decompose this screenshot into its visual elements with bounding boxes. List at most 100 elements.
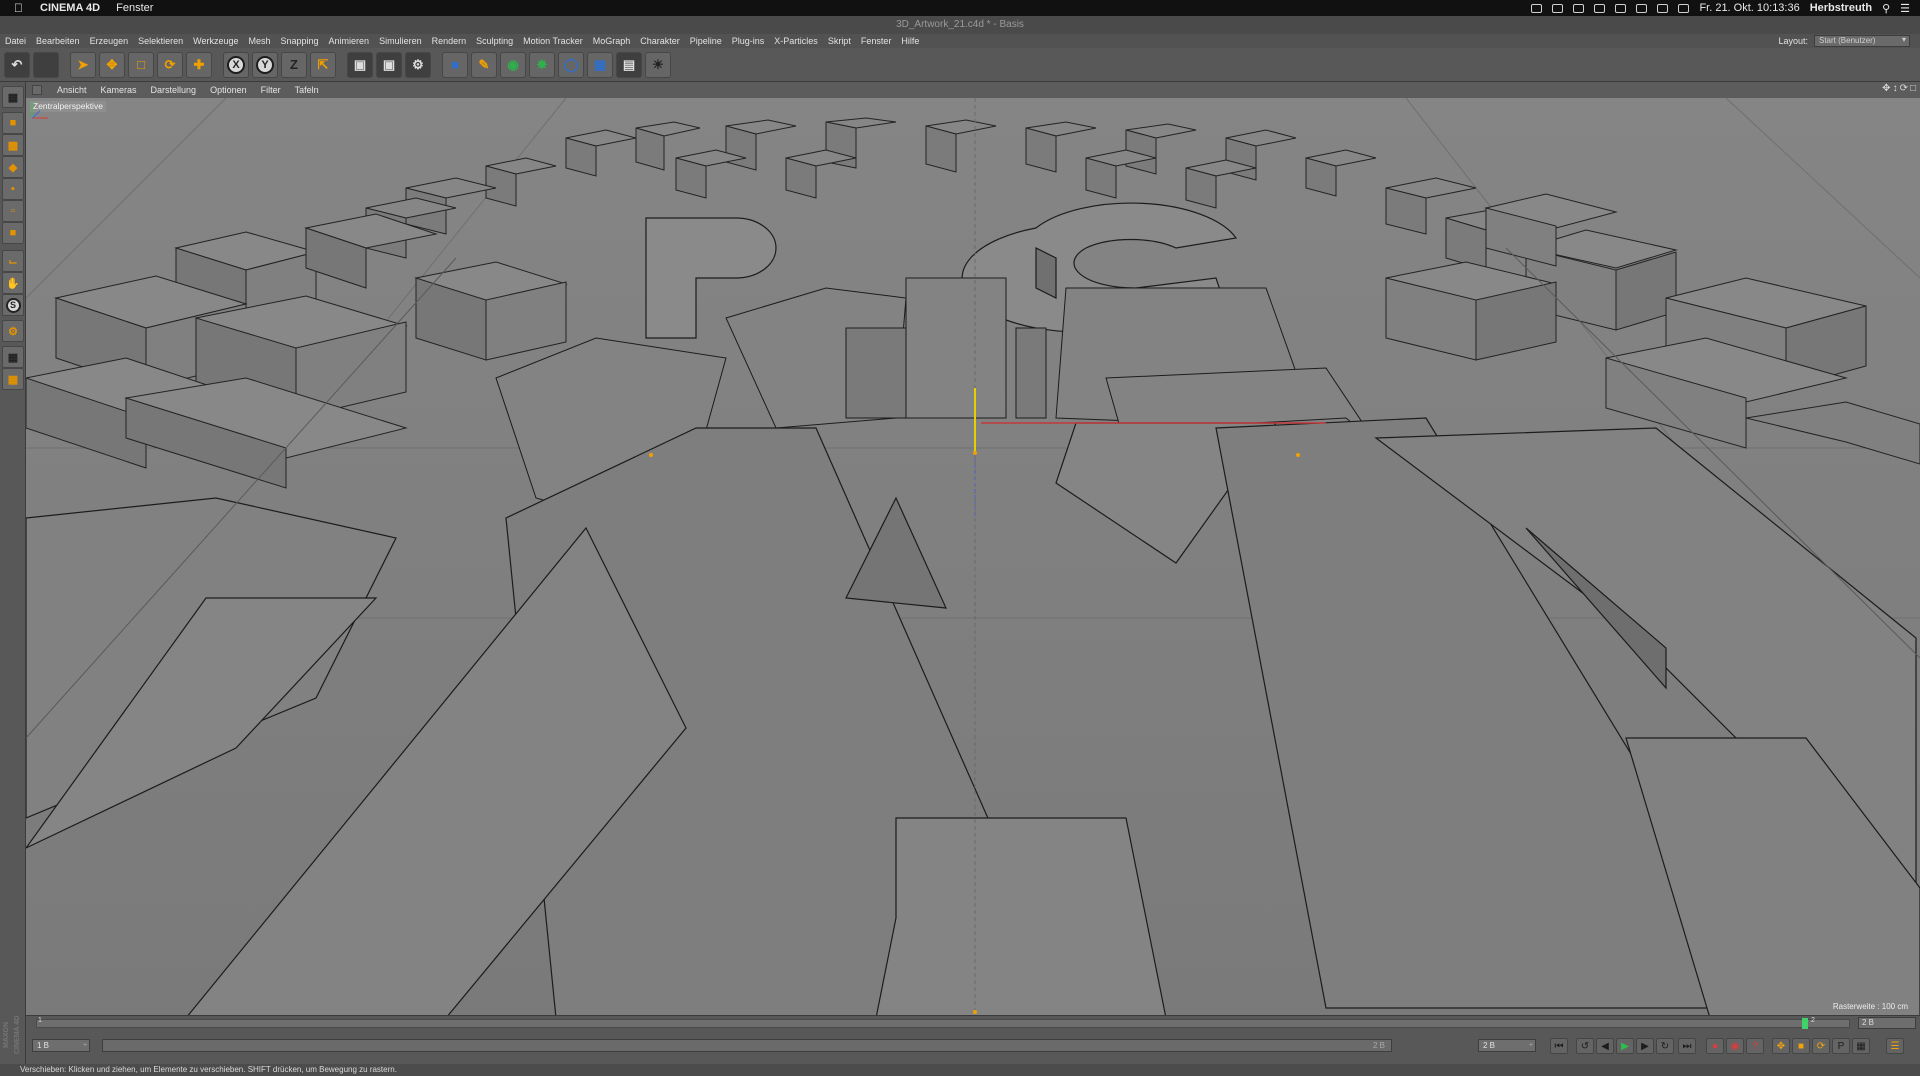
workplane-lock-icon[interactable]: ▦ xyxy=(2,346,24,368)
record-scale-icon[interactable]: ■ xyxy=(1792,1038,1810,1054)
timeline-menu-icon[interactable]: ☰ xyxy=(1886,1038,1904,1054)
cube-primitive-icon[interactable]: ■ xyxy=(442,51,468,78)
select-arrow-icon[interactable]: ➤ xyxy=(70,51,96,78)
menu-erzeugen[interactable]: Erzeugen xyxy=(85,36,134,46)
play-icon[interactable]: ▶ xyxy=(1616,1038,1634,1054)
vp-menu-filter[interactable]: Filter xyxy=(254,85,288,95)
menu-bearbeiten[interactable]: Bearbeiten xyxy=(31,36,85,46)
macos-clock[interactable]: Fr. 21. Okt. 10:13:36 xyxy=(1699,2,1799,14)
menu-sculpting[interactable]: Sculpting xyxy=(471,36,518,46)
next-key-icon[interactable]: ↻ xyxy=(1656,1038,1674,1054)
menu-skript[interactable]: Skript xyxy=(823,36,856,46)
menu-werkzeuge[interactable]: Werkzeuge xyxy=(188,36,243,46)
redo-icon[interactable] xyxy=(33,51,59,78)
vp-menu-ansicht[interactable]: Ansicht xyxy=(50,85,94,95)
axis-z-button[interactable]: Z xyxy=(281,51,307,78)
menu-animieren[interactable]: Animieren xyxy=(324,36,375,46)
pan-icon[interactable]: ✥ xyxy=(1882,83,1890,94)
maximize-view-icon[interactable]: □ xyxy=(1910,83,1916,94)
axis-mode-icon[interactable]: ⌙ xyxy=(2,250,24,272)
render-view-icon[interactable]: ▣ xyxy=(347,51,373,78)
tweak-mode-icon[interactable]: ✋ xyxy=(2,272,24,294)
coordinate-system-icon[interactable]: ⇱ xyxy=(310,51,336,78)
macos-app-name[interactable]: CINEMA 4D xyxy=(40,2,100,14)
status-icon[interactable] xyxy=(1552,3,1564,13)
menu-datei[interactable]: Datei xyxy=(0,36,31,46)
sculpt-mode-button[interactable]: S xyxy=(2,294,24,316)
make-editable-icon[interactable]: ▦ xyxy=(2,86,24,108)
menu-selektieren[interactable]: Selektieren xyxy=(133,36,188,46)
model-mode-icon[interactable]: ■ xyxy=(2,112,24,134)
floor-scene-icon[interactable]: ▦ xyxy=(587,51,613,78)
timeline-playhead[interactable] xyxy=(1802,1018,1808,1029)
current-frame-field[interactable]: 1 B xyxy=(32,1039,90,1052)
record-rotation-icon[interactable]: ⟳ xyxy=(1812,1038,1830,1054)
record-parameter-icon[interactable]: P xyxy=(1832,1038,1850,1054)
axis-x-button[interactable]: X xyxy=(223,51,249,78)
scale-icon[interactable]: □ xyxy=(128,51,154,78)
record-keys-icon[interactable]: ● xyxy=(1706,1038,1724,1054)
go-to-end-icon[interactable]: ⏭ xyxy=(1678,1038,1696,1054)
menu-motion-tracker[interactable]: Motion Tracker xyxy=(518,36,588,46)
apple-icon[interactable]:  xyxy=(14,1,28,15)
menu-mesh[interactable]: Mesh xyxy=(243,36,275,46)
status-icon[interactable] xyxy=(1573,3,1585,13)
end-frame-field[interactable]: 2 B xyxy=(1478,1039,1536,1052)
status-icon[interactable] xyxy=(1615,3,1627,13)
points-mode-icon[interactable]: ▪ xyxy=(2,178,24,200)
wifi-icon[interactable] xyxy=(1678,3,1690,13)
subdivision-surface-icon[interactable]: ◉ xyxy=(500,51,526,78)
notification-center-icon[interactable]: ☰ xyxy=(1900,2,1910,15)
timeline-end-field[interactable]: 2 B xyxy=(1858,1017,1916,1029)
viewport-3d[interactable]: Zentralperspektive Rasterweite : 100 cm xyxy=(26,98,1920,1015)
menu-mograph[interactable]: MoGraph xyxy=(588,36,636,46)
camera-icon[interactable]: ▤ xyxy=(616,51,642,78)
menu-simulieren[interactable]: Simulieren xyxy=(374,36,427,46)
axis-y-button[interactable]: Y xyxy=(252,51,278,78)
menu-fenster[interactable]: Fenster xyxy=(856,36,897,46)
keyframe-selection-icon[interactable]: ? xyxy=(1746,1038,1764,1054)
cloner-icon[interactable]: ✸ xyxy=(529,51,555,78)
status-icon[interactable] xyxy=(1531,3,1543,13)
viewport-grip-icon[interactable] xyxy=(32,85,42,95)
render-picture-viewer-icon[interactable]: ▣ xyxy=(376,51,402,78)
prev-frame-icon[interactable]: ◀ xyxy=(1596,1038,1614,1054)
menu-pipeline[interactable]: Pipeline xyxy=(685,36,727,46)
texture-mode-icon[interactable]: ▩ xyxy=(2,134,24,156)
layout-dropdown[interactable]: Start (Benutzer) xyxy=(1814,35,1910,47)
vp-menu-kameras[interactable]: Kameras xyxy=(94,85,144,95)
prev-key-icon[interactable]: ↺ xyxy=(1576,1038,1594,1054)
preview-range-slider[interactable]: 2 B xyxy=(102,1039,1392,1052)
auto-key-icon[interactable]: ◉ xyxy=(1726,1038,1744,1054)
menu-snapping[interactable]: Snapping xyxy=(276,36,324,46)
menu-rendern[interactable]: Rendern xyxy=(427,36,472,46)
vp-menu-darstellung[interactable]: Darstellung xyxy=(144,85,204,95)
workplane-grid-icon[interactable]: ▦ xyxy=(2,368,24,390)
record-pla-icon[interactable]: ▦ xyxy=(1852,1038,1870,1054)
spotlight-icon[interactable]: ⚲ xyxy=(1882,2,1890,15)
light-icon[interactable]: ☀ xyxy=(645,51,671,78)
vp-menu-tafeln[interactable]: Tafeln xyxy=(288,85,326,95)
status-icon[interactable] xyxy=(1594,3,1606,13)
menu-charakter[interactable]: Charakter xyxy=(635,36,685,46)
dolly-icon[interactable]: ↕ xyxy=(1893,83,1898,94)
deformer-icon[interactable]: ◯ xyxy=(558,51,584,78)
vp-menu-optionen[interactable]: Optionen xyxy=(203,85,254,95)
menu-hilfe[interactable]: Hilfe xyxy=(896,36,924,46)
record-position-icon[interactable]: ✥ xyxy=(1772,1038,1790,1054)
last-tool-icon[interactable]: ✚ xyxy=(186,51,212,78)
go-to-start-icon[interactable]: ⏮ xyxy=(1550,1038,1568,1054)
status-icon[interactable] xyxy=(1636,3,1648,13)
macos-menu-fenster[interactable]: Fenster xyxy=(116,2,153,14)
edges-mode-icon[interactable]: ▫ xyxy=(2,200,24,222)
render-settings-icon[interactable]: ⚙ xyxy=(405,51,431,78)
macos-user[interactable]: Herbstreuth xyxy=(1810,2,1872,14)
snapping-icon[interactable]: ⚙ xyxy=(2,320,24,342)
rotate-icon[interactable]: ⟳ xyxy=(157,51,183,78)
undo-icon[interactable]: ↶ xyxy=(4,51,30,78)
menu-plugins[interactable]: Plug-ins xyxy=(727,36,770,46)
workplane-mode-icon[interactable]: ◆ xyxy=(2,156,24,178)
polygons-mode-icon[interactable]: ■ xyxy=(2,222,24,244)
volume-icon[interactable] xyxy=(1657,3,1669,13)
timeline-track[interactable] xyxy=(36,1019,1850,1028)
